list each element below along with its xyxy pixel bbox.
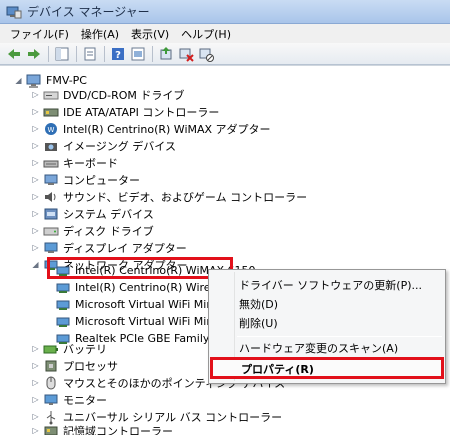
dvd-drive-icon [43,87,59,103]
tree-item-processor[interactable]: ▷ プロセッサ [31,357,118,374]
expand-arrow-icon[interactable]: ▷ [31,103,40,120]
tree-item-label: バッテリ [63,342,107,356]
disable-icon[interactable] [198,46,214,62]
collapse-arrow-icon[interactable]: ◢ [14,72,23,89]
scan-hardware-icon[interactable] [130,46,146,62]
show-hide-console-tree-icon[interactable] [54,46,70,62]
network-adapter-icon [55,280,71,296]
expand-arrow-icon[interactable]: ▷ [31,239,40,256]
storage-controller-icon [43,423,59,435]
tree-item-imaging[interactable]: ▷ イメージング デバイス [31,137,176,154]
window-title: デバイス マネージャー [27,5,150,19]
expand-arrow-icon[interactable]: ▷ [31,391,40,408]
tree-item-label: コンピューター [63,173,140,187]
toolbar-separator [152,45,153,62]
back-arrow-icon[interactable] [6,46,22,62]
tree-item-disk[interactable]: ▷ ディスク ドライブ [31,222,154,239]
expand-arrow-icon[interactable]: ▷ [31,120,40,137]
toolbar-separator [48,45,49,62]
expand-arrow-icon[interactable]: ▷ [31,374,40,391]
expand-arrow-icon[interactable]: ▷ [31,188,40,205]
expand-arrow-icon[interactable]: ▷ [31,205,40,222]
wimax-adapter-icon: W [43,121,59,137]
tree-item-label: ディスプレイ アダプター [63,241,187,255]
device-manager-icon [6,4,22,20]
menu-properties-label: プロパティ(R) [241,363,314,376]
title-bar: デバイス マネージャー [0,0,450,24]
svg-text:W: W [48,126,55,134]
update-driver-icon[interactable] [158,46,174,62]
menu-file[interactable]: ファイル(F) [4,25,75,43]
menu-properties[interactable]: プロパティ(R) [210,357,444,379]
tree-item-label: IDE ATA/ATAPI コントローラー [63,105,220,119]
tree-item-dvd[interactable]: ▷ DVD/CD-ROM ドライブ [31,86,184,103]
tree-item-label: プロセッサ [63,359,118,373]
tree-item-computer[interactable]: ▷ コンピューター [31,171,140,188]
tree-item-label: イメージング デバイス [63,139,176,153]
tree-item-keyboard[interactable]: ▷ キーボード [31,154,118,171]
tree-item-label: キーボード [63,156,118,170]
tree-item-label: システム デバイス [63,207,154,221]
menu-separator [237,336,442,337]
tree-item-sound[interactable]: ▷ サウンド、ビデオ、およびゲーム コントローラー [31,188,307,205]
tree-item-label: 記憶域コントローラー [63,424,173,435]
expand-arrow-icon[interactable]: ▷ [31,137,40,154]
tree-item-label: DVD/CD-ROM ドライブ [63,88,185,102]
keyboard-icon [43,155,59,171]
svg-text:?: ? [115,50,121,61]
menu-help[interactable]: ヘルプ(H) [175,25,237,43]
forward-arrow-icon[interactable] [26,46,42,62]
display-adapter-icon [43,240,59,256]
tree-item-storage[interactable]: ▷ 記憶域コントローラー [31,422,173,435]
network-adapter-icon [55,297,71,313]
tree-item-monitor[interactable]: ▷ モニター [31,391,107,408]
collapse-arrow-icon[interactable]: ◢ [31,256,40,273]
properties-icon[interactable] [82,46,98,62]
speaker-icon [43,189,59,205]
menu-uninstall[interactable]: 削除(U) [239,314,278,332]
computer-icon [43,172,59,188]
disk-drive-icon [43,223,59,239]
tree-item-battery[interactable]: ▷ バッテリ [31,340,107,357]
toolbar-separator [104,45,105,62]
expand-arrow-icon[interactable]: ▷ [31,340,40,357]
tree-item-label: ディスク ドライブ [63,224,154,238]
camera-icon [43,138,59,154]
tree-item-label: Intel(R) Centrino(R) WiMAX アダプター [63,122,271,136]
ide-controller-icon [43,104,59,120]
menu-update-driver[interactable]: ドライバー ソフトウェアの更新(P)... [239,276,422,294]
menu-view[interactable]: 表示(V) [125,25,175,43]
expand-arrow-icon[interactable]: ▷ [31,86,40,103]
expand-arrow-icon[interactable]: ▷ [31,222,40,239]
menu-action[interactable]: 操作(A) [75,25,125,43]
tree-item-display[interactable]: ▷ ディスプレイ アダプター [31,239,187,256]
toolbar-separator [76,45,77,62]
processor-icon [43,358,59,374]
mouse-icon [43,375,59,391]
expand-arrow-icon[interactable]: ▷ [31,357,40,374]
expand-arrow-icon[interactable]: ▷ [31,422,40,435]
uninstall-icon[interactable] [178,46,194,62]
tree-item-ide[interactable]: ▷ IDE ATA/ATAPI コントローラー [31,103,219,120]
help-icon[interactable]: ? [110,46,126,62]
monitor-icon [43,392,59,408]
menu-bar: ファイル(F) 操作(A) 表示(V) ヘルプ(H) [0,24,450,43]
expand-arrow-icon[interactable]: ▷ [31,171,40,188]
toolbar: ? [0,43,450,65]
network-adapter-icon [55,314,71,330]
system-device-icon [43,206,59,222]
selected-item-highlight [47,257,233,279]
expand-arrow-icon[interactable]: ▷ [31,154,40,171]
menu-disable[interactable]: 無効(D) [239,295,278,313]
battery-icon [43,341,59,357]
tree-item-label: サウンド、ビデオ、およびゲーム コントローラー [63,190,308,204]
tree-item-wimax[interactable]: ▷ W Intel(R) Centrino(R) WiMAX アダプター [31,120,271,137]
menu-scan-hardware[interactable]: ハードウェア変更のスキャン(A) [239,339,398,357]
tree-item-label: モニター [63,393,107,407]
tree-item-system[interactable]: ▷ システム デバイス [31,205,154,222]
